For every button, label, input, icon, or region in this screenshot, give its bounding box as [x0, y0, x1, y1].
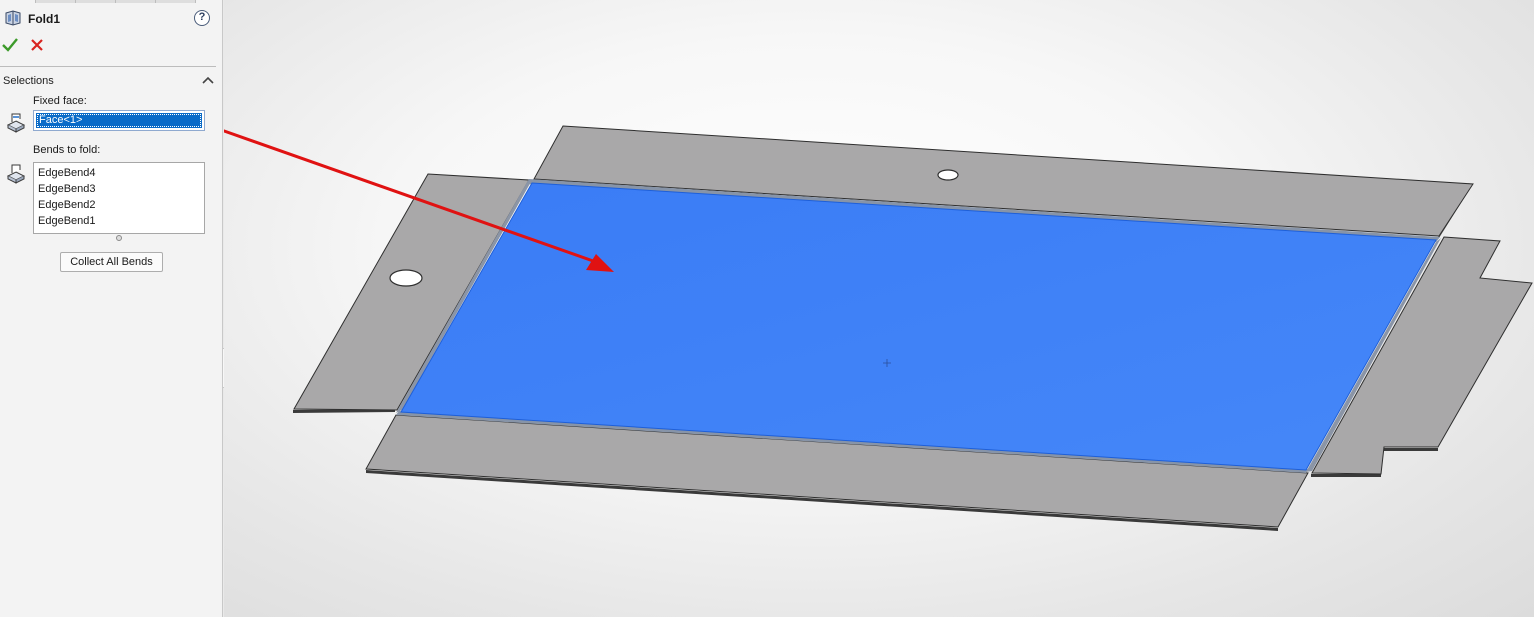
fixed-face-selection-box[interactable]: Face<1>	[33, 110, 205, 131]
left-flange-hole	[389, 269, 423, 287]
tab-display-manager[interactable]	[156, 0, 196, 3]
fixed-face-value[interactable]: Face<1>	[36, 113, 202, 128]
bends-to-fold-label: Bends to fold:	[33, 144, 101, 156]
top-flange-hole	[937, 169, 959, 181]
fixed-face-label: Fixed face:	[33, 95, 87, 107]
tab-feature-manager[interactable]	[36, 0, 76, 3]
right-flange-edge	[1311, 474, 1381, 477]
section-divider	[0, 66, 216, 67]
ok-checkmark-icon[interactable]	[1, 36, 19, 54]
fold-feature-icon	[5, 10, 21, 26]
tab-property-manager[interactable]	[0, 0, 36, 3]
bend-selection-icon	[6, 164, 26, 184]
list-item[interactable]: EdgeBend4	[38, 165, 200, 181]
cancel-x-icon[interactable]	[29, 36, 45, 54]
manager-tabs	[0, 0, 223, 3]
property-manager-panel: Fold1 ? Selections Fixed face: Face<1> B…	[0, 0, 223, 617]
sheet-metal-model	[224, 125, 1533, 531]
list-item[interactable]: EdgeBend3	[38, 181, 200, 197]
feature-title: Fold1	[28, 12, 60, 26]
tab-dimxpert-manager[interactable]	[116, 0, 156, 3]
list-item[interactable]: EdgeBend1	[38, 213, 200, 229]
list-resize-handle[interactable]	[116, 235, 122, 241]
tab-configuration-manager[interactable]	[76, 0, 116, 3]
list-item[interactable]: EdgeBend2	[38, 197, 200, 213]
bends-to-fold-list[interactable]: EdgeBend4 EdgeBend3 EdgeBend2 EdgeBend1	[33, 162, 205, 234]
face-selection-icon	[6, 113, 26, 133]
selections-section-title: Selections	[3, 75, 54, 87]
right-lower-edge	[1383, 448, 1438, 451]
graphics-area[interactable]	[224, 0, 1534, 617]
help-icon[interactable]: ?	[194, 10, 210, 26]
collect-all-bends-button[interactable]: Collect All Bends	[60, 252, 163, 272]
chevron-up-icon[interactable]	[201, 74, 215, 86]
